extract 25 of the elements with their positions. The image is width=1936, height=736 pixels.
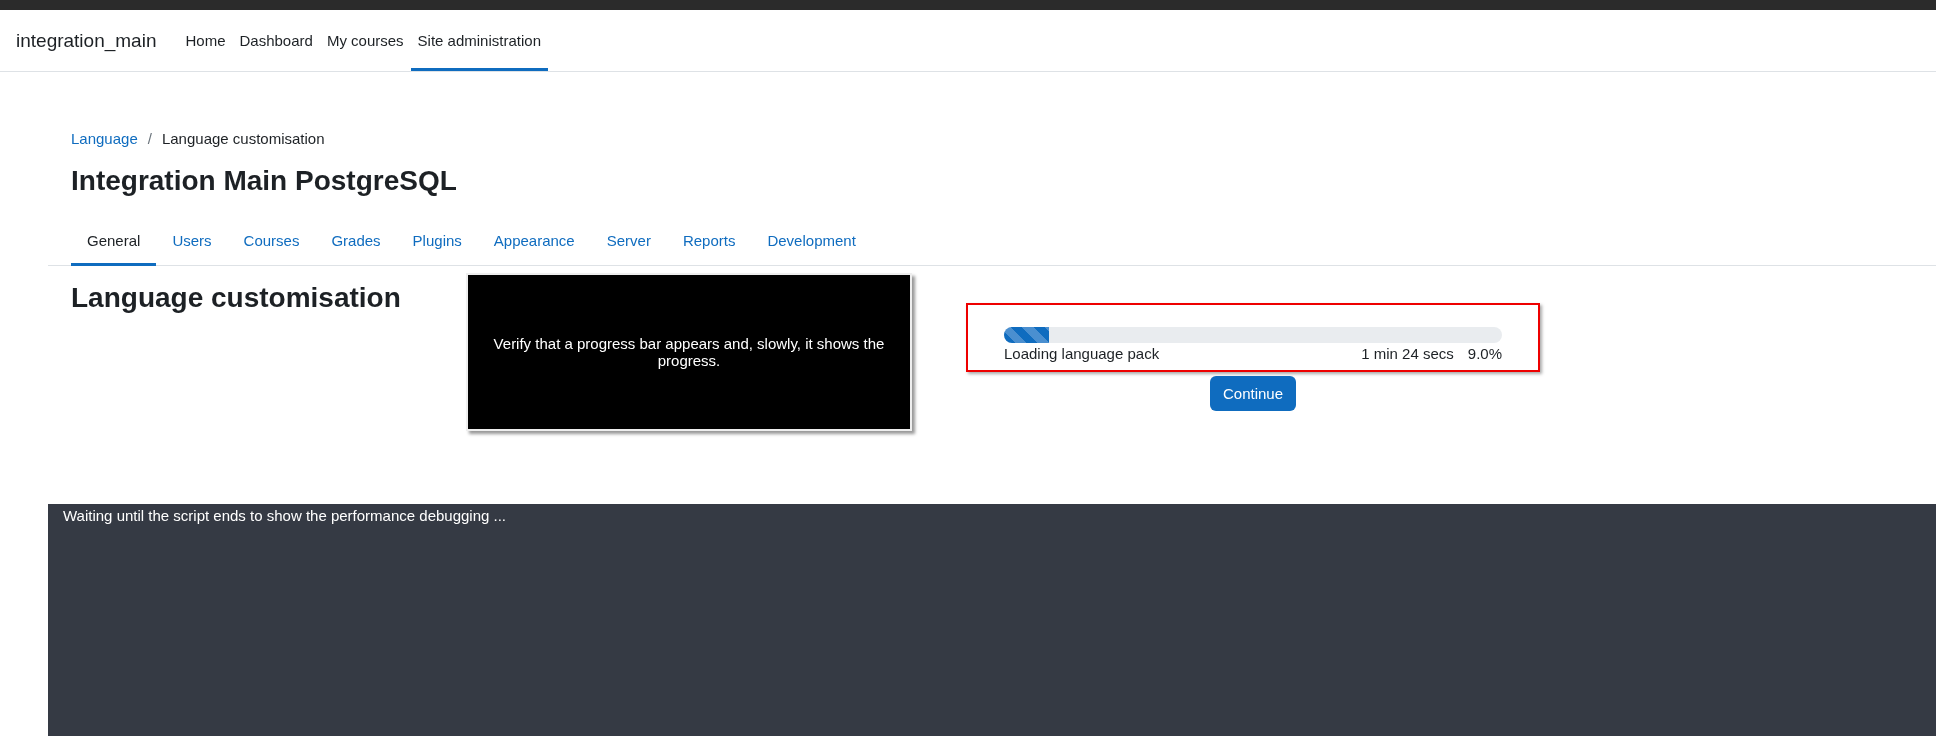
nav-link[interactable]: Site administration: [410, 13, 548, 71]
tab[interactable]: Development: [751, 221, 872, 266]
nav-link[interactable]: Dashboard: [232, 13, 320, 71]
tab[interactable]: Plugins: [396, 221, 478, 266]
instruction-text: Verify that a progress bar appears and, slowly, it shows the progress.: [492, 335, 886, 369]
tab[interactable]: Users: [156, 221, 228, 266]
tab[interactable]: General: [71, 221, 157, 266]
progress-time: 1 min 24 secs: [1361, 345, 1454, 362]
section-heading: Language customisation: [71, 282, 402, 315]
continue-button[interactable]: Continue: [1209, 376, 1296, 411]
page-title: Integration Main PostgreSQL: [71, 165, 458, 197]
tab[interactable]: Courses: [227, 221, 316, 266]
breadcrumb-link[interactable]: Language: [71, 130, 138, 147]
site-name[interactable]: integration_main: [16, 10, 157, 71]
breadcrumb-separator: /: [147, 130, 152, 147]
progress-percent: 9.0%: [1467, 345, 1502, 362]
progress-label: Loading language pack: [1004, 345, 1160, 362]
debug-message: Waiting until the script ends to show the performance debugging ...: [63, 507, 507, 524]
breadcrumb-current: Language customisation: [161, 130, 325, 147]
tab[interactable]: Reports: [666, 221, 752, 266]
nav-link[interactable]: My courses: [319, 13, 411, 71]
nav-link[interactable]: Home: [178, 13, 233, 71]
tab[interactable]: Grades: [315, 221, 397, 266]
tab[interactable]: Server: [590, 221, 667, 266]
tab[interactable]: Appearance: [477, 221, 591, 266]
